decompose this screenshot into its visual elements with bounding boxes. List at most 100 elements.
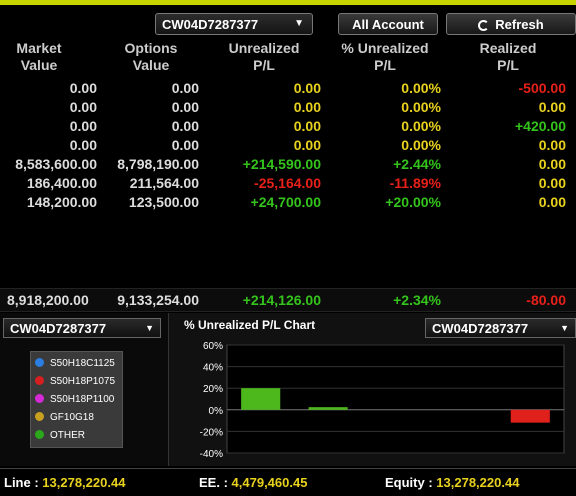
bar: [308, 407, 348, 410]
table-row: 0.00 0.00 0.00 0.00% 0.00: [0, 99, 576, 118]
ee-label: EE. :: [199, 475, 228, 490]
legend-account-value: CW04D7287377: [10, 321, 107, 336]
realized-pl-cell: 0.00: [538, 137, 566, 153]
header-line: % Unrealized: [341, 40, 429, 56]
ee-value: 4,479,460.45: [231, 475, 308, 490]
header-line: P/L: [374, 57, 396, 73]
table-row: 0.00 0.00 0.00 0.00% +420.00: [0, 118, 576, 137]
refresh-label: Refresh: [495, 17, 544, 32]
pct-unrealized-pl-cell: -11.89%: [389, 175, 441, 191]
header-market-value: Market Value: [5, 40, 73, 74]
pct-unrealized-pl-cell: 0.00%: [401, 99, 441, 115]
header-line: P/L: [253, 57, 275, 73]
header-line: Unrealized: [228, 40, 300, 56]
legend-item: GF10G18: [35, 412, 94, 430]
chevron-down-icon: ▼: [145, 323, 154, 333]
totals-row: 8,918,200.00 9,133,254.00 +214,126.00 +2…: [0, 288, 576, 312]
unrealized-pl-cell: 0.00: [293, 99, 321, 115]
header-options-value: Options Value: [113, 40, 189, 74]
options-value-cell: 211,564.00: [129, 175, 199, 191]
account-select[interactable]: CW04D7287377 ▼: [155, 13, 313, 35]
pct-unrealized-pl-cell: 0.00%: [401, 137, 441, 153]
header-realized-pl: Realized P/L: [470, 40, 546, 74]
header-line: P/L: [497, 57, 519, 73]
market-value-cell: 8,583,600.00: [15, 156, 97, 172]
table-row: 0.00 0.00 0.00 0.00% 0.00: [0, 137, 576, 156]
unrealized-pl-cell: 0.00: [293, 137, 321, 153]
y-tick-label: 0%: [209, 406, 224, 417]
realized-pl-cell: -500.00: [518, 80, 566, 96]
header-line: Value: [132, 57, 170, 73]
legend-swatch-icon: [35, 394, 44, 403]
realized-pl-cell: 0.00: [538, 99, 566, 115]
unrealized-pl-cell: -25,164.00: [254, 175, 321, 191]
options-value-cell: 0.00: [171, 99, 199, 115]
header-line: Realized: [479, 40, 537, 56]
chart-account-select[interactable]: CW04D7287377 ▼: [425, 318, 576, 338]
pct-unrealized-pl-cell: +20.00%: [385, 194, 441, 210]
legend-label: GF10G18: [50, 412, 94, 423]
legend-swatch-icon: [35, 430, 44, 439]
unrealized-pl-cell: 0.00: [293, 118, 321, 134]
header-pct-unrealized-pl: % Unrealized P/L: [333, 40, 437, 74]
market-value-cell: 0.00: [69, 99, 97, 115]
header-line: Value: [20, 57, 58, 73]
realized-pl-cell: 0.00: [538, 175, 566, 191]
total-market-value: 8,918,200.00: [7, 292, 89, 308]
table-row: 8,583,600.00 8,798,190.00 +214,590.00 +2.44…: [0, 156, 576, 175]
total-realized-pl: -80.00: [526, 292, 566, 308]
header-line: Options: [124, 40, 178, 56]
legend-label: S50H18C1125: [50, 358, 115, 369]
legend-item: S50H18P1075: [35, 376, 115, 394]
chart-title: % Unrealized P/L Chart: [184, 318, 316, 332]
chart-panel: CW04D7287377 ▼ S50H18C1125 S50H18P1075 S50…: [0, 313, 576, 466]
y-tick-label: 40%: [203, 363, 223, 374]
options-value-cell: 0.00: [171, 137, 199, 153]
equity-label: Equity :: [385, 475, 433, 490]
total-options-value: 9,133,254.00: [117, 292, 199, 308]
legend-swatch-icon: [35, 412, 44, 421]
legend-label: OTHER: [50, 430, 85, 441]
bar: [241, 388, 281, 410]
chart-legend: S50H18C1125 S50H18P1075 S50H18P1100 GF10G18…: [30, 351, 123, 448]
y-tick-label: 60%: [203, 341, 223, 352]
table-row: 186,400.00 211,564.00 -25,164.00 -11.89% 0.0…: [0, 175, 576, 194]
all-account-button[interactable]: All Account: [338, 13, 438, 35]
market-value-cell: 0.00: [69, 80, 97, 96]
market-value-cell: 0.00: [69, 137, 97, 153]
legend-swatch-icon: [35, 376, 44, 385]
legend-item: S50H18P1100: [35, 394, 114, 412]
header-line: Market: [16, 40, 62, 56]
legend-label: S50H18P1100: [50, 394, 115, 405]
header-unrealized-pl: Unrealized P/L: [218, 40, 310, 74]
pl-bar-chart: 60% 40% 20% 0% -20% -40%: [200, 341, 565, 460]
chevron-down-icon: ▼: [294, 18, 304, 29]
account-summary-footer: Line : 13,278,220.44 EE. : 4,479,460.45 …: [0, 468, 576, 496]
unrealized-pl-cell: +24,700.00: [250, 194, 321, 210]
legend-account-select[interactable]: CW04D7287377 ▼: [3, 318, 161, 338]
table-row: 0.00 0.00 0.00 0.00% -500.00: [0, 80, 576, 99]
legend-label: S50H18P1075: [50, 376, 116, 387]
realized-pl-cell: 0.00: [538, 194, 566, 210]
options-value-cell: 0.00: [171, 80, 199, 96]
realized-pl-cell: 0.00: [538, 156, 566, 172]
market-value-cell: 186,400.00: [26, 175, 97, 191]
table-row: 148,200.00 123,500.00 +24,700.00 +20.00% 0.0…: [0, 194, 576, 213]
y-tick-label: 20%: [203, 384, 223, 395]
bar: [510, 409, 550, 423]
options-value-cell: 0.00: [171, 118, 199, 134]
market-value-cell: 148,200.00: [26, 194, 97, 210]
refresh-button[interactable]: Refresh: [446, 13, 576, 35]
unrealized-pl-cell: +214,590.00: [242, 156, 321, 172]
refresh-icon: [478, 20, 490, 31]
legend-item: OTHER: [35, 430, 85, 448]
options-value-cell: 123,500.00: [128, 194, 199, 210]
y-tick-label: -20%: [200, 427, 223, 438]
legend-item: S50H18C1125: [35, 358, 115, 376]
toolbar: CW04D7287377 ▼ All Account Refresh: [0, 5, 576, 35]
options-value-cell: 8,798,190.00: [117, 156, 199, 172]
market-value-cell: 0.00: [69, 118, 97, 134]
legend-swatch-icon: [35, 358, 44, 367]
legend-pane: CW04D7287377 ▼ S50H18C1125 S50H18P1075 S50…: [0, 313, 169, 466]
chart-account-value: CW04D7287377: [432, 321, 529, 336]
